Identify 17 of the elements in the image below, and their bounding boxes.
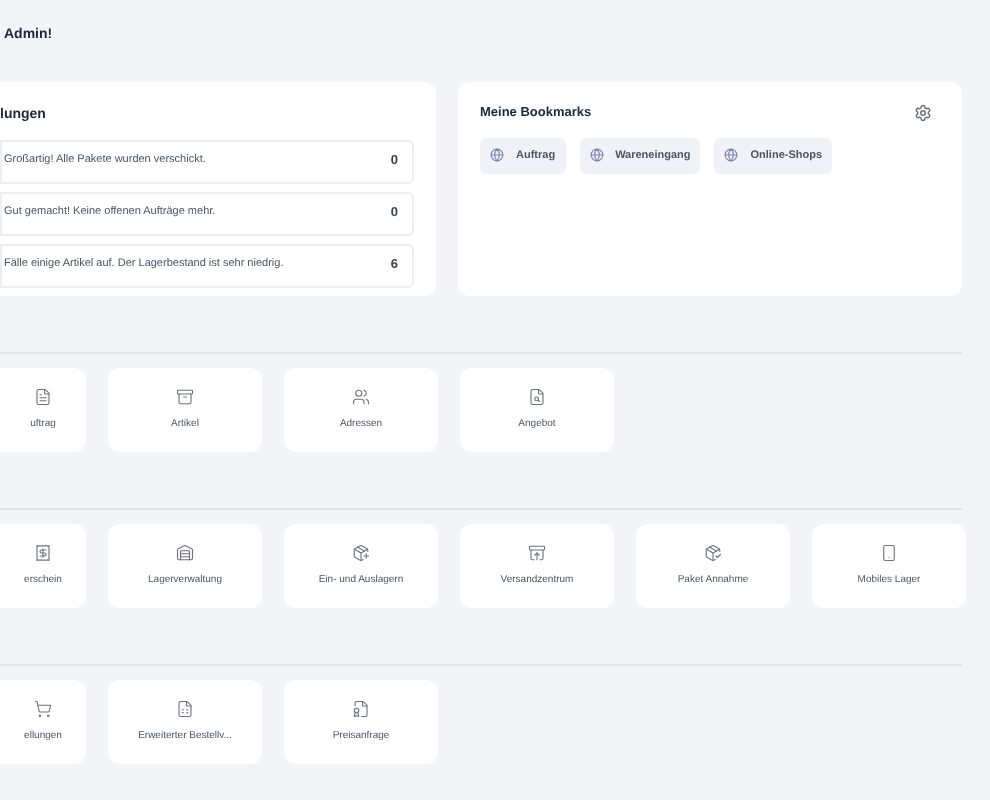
- receipt-icon: [34, 543, 52, 562]
- spreadsheet-icon: [176, 699, 194, 718]
- archive-box-icon: [176, 387, 194, 406]
- document-icon: [34, 387, 52, 406]
- warehouse-icon: [176, 543, 194, 562]
- settings-icon[interactable]: [914, 104, 932, 123]
- globe-icon: [724, 148, 739, 163]
- archive-box-icon: [528, 543, 546, 562]
- globe-icon: [589, 148, 604, 163]
- globe-icon: [490, 148, 504, 163]
- smartphone-icon: [880, 543, 898, 562]
- people-icon: [352, 387, 370, 406]
- document-search-icon: [528, 387, 546, 406]
- package-plus-icon: [352, 543, 370, 562]
- package-check-icon: [704, 543, 722, 562]
- document-badge-icon: [352, 699, 370, 718]
- cart-icon: [34, 699, 52, 718]
